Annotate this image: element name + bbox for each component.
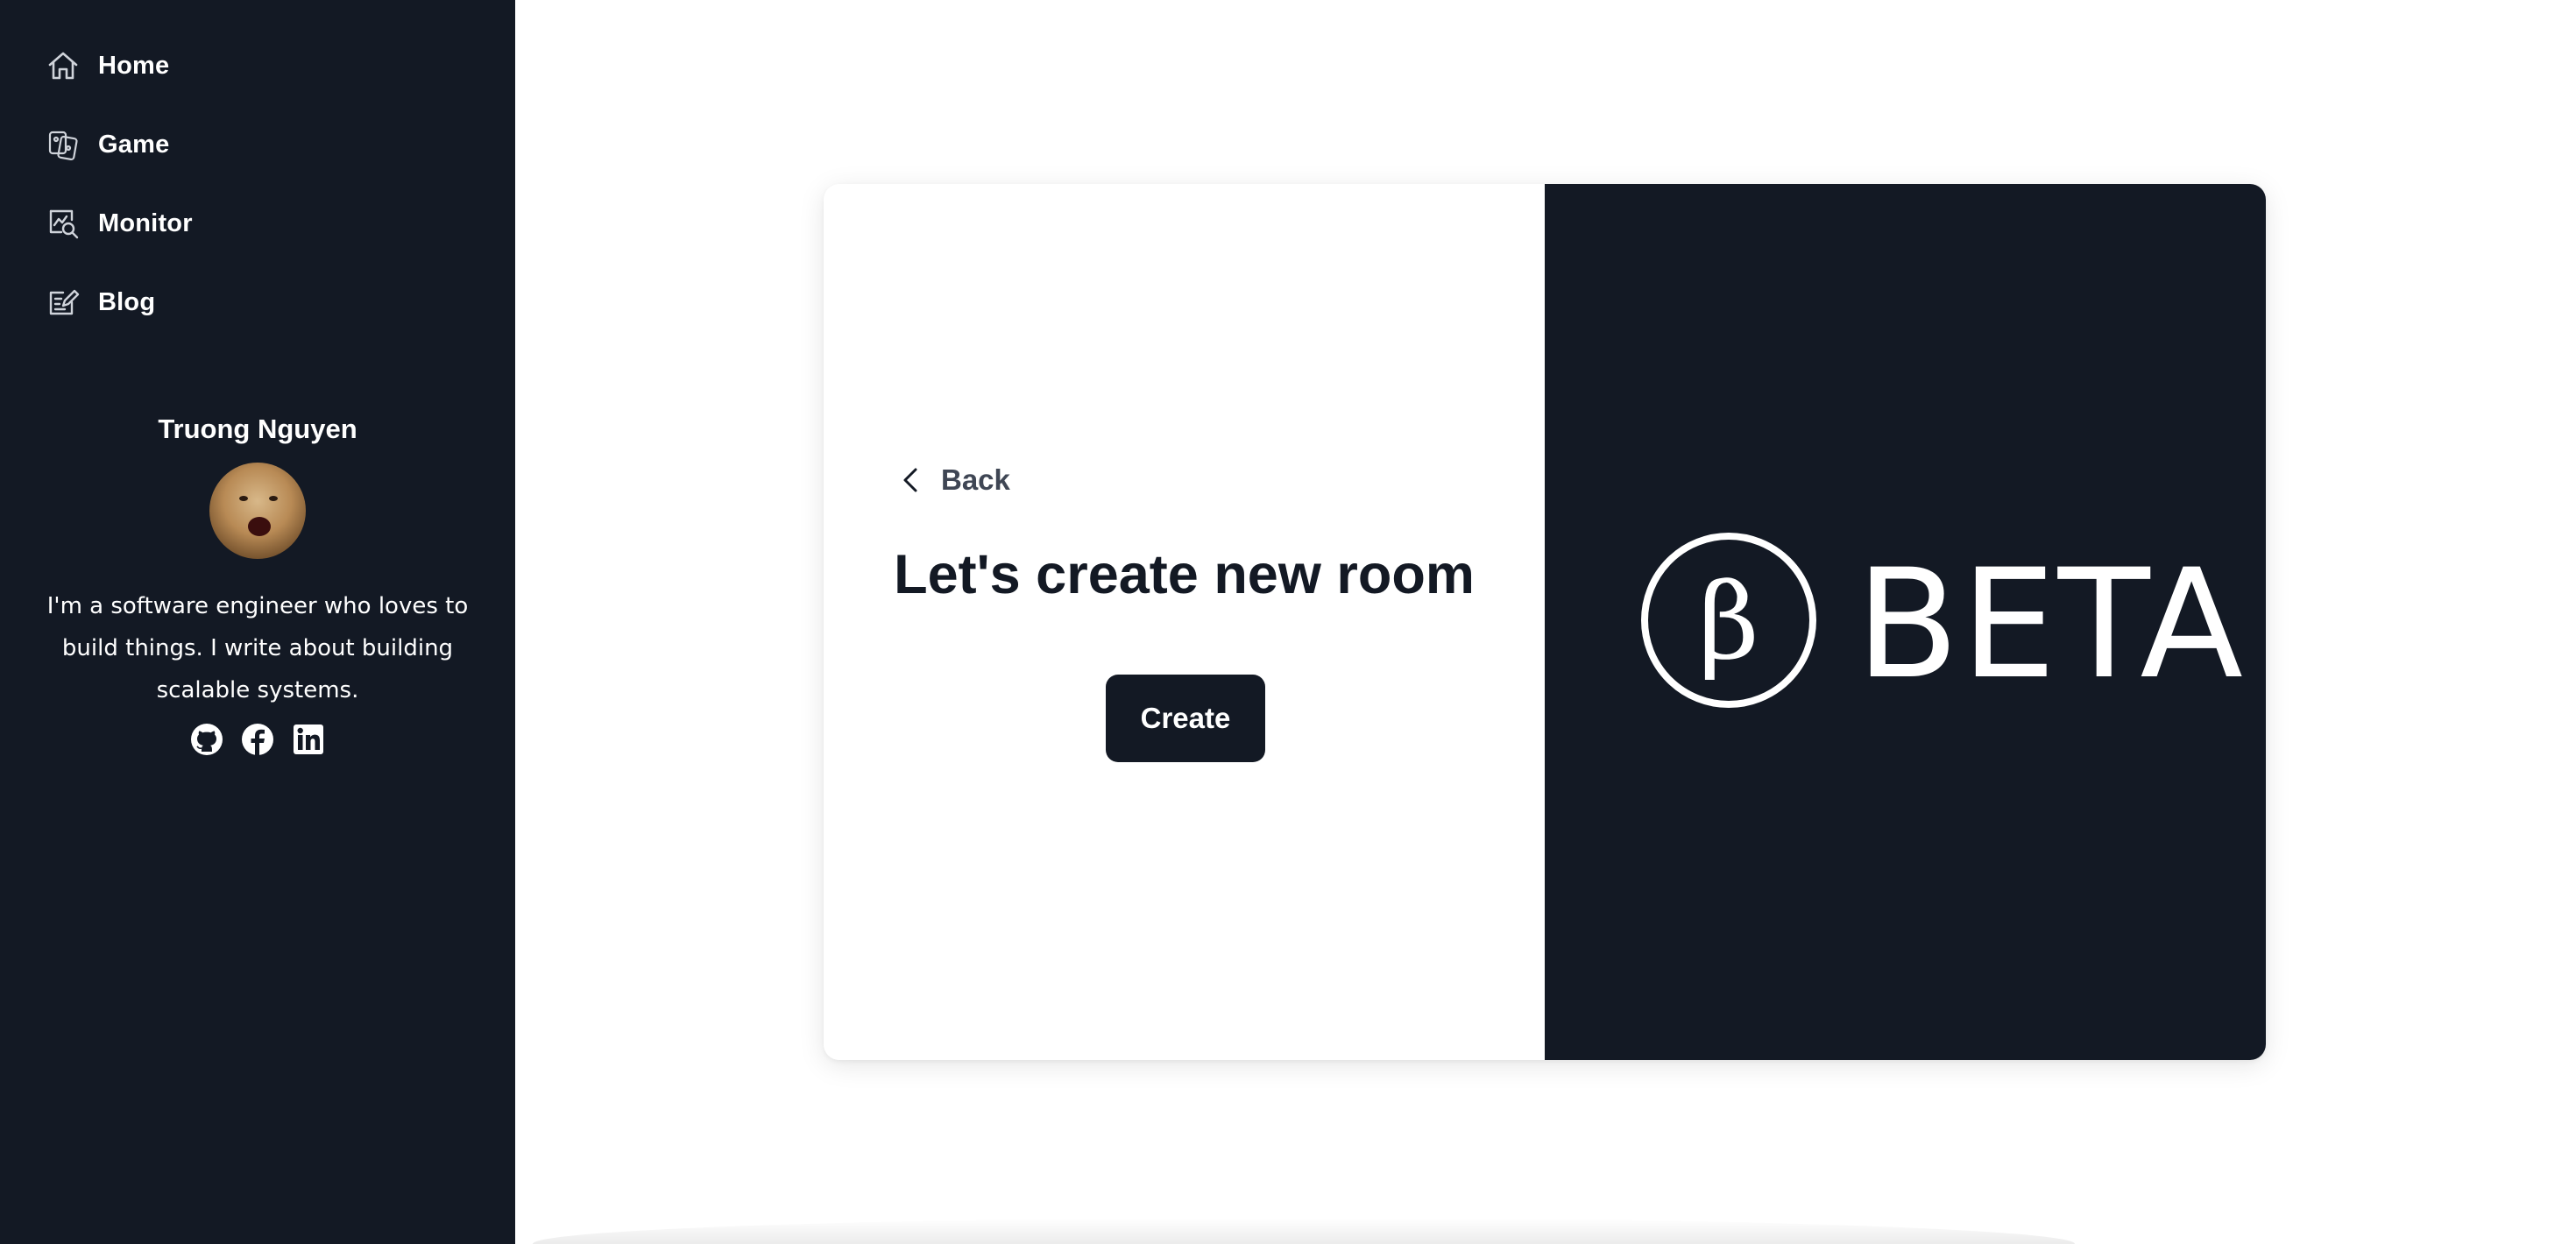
beta-logo: β BETA (1641, 533, 2243, 713)
card-right-panel: β BETA (1545, 184, 2266, 1060)
monitor-icon (46, 206, 81, 241)
avatar-eye-left (239, 496, 248, 501)
beta-symbol: β (1698, 562, 1759, 683)
beta-wordmark: BETA (1856, 536, 2246, 712)
sidebar-item-label: Monitor (98, 209, 193, 237)
profile-bio: I'm a software engineer who loves to bui… (46, 593, 469, 703)
main-content: Back Let's create new room Create β BETA (515, 0, 2576, 1244)
sidebar-item-home[interactable]: Home (46, 41, 466, 90)
sidebar-item-monitor[interactable]: Monitor (46, 199, 466, 248)
back-button[interactable]: Back (894, 463, 1010, 498)
social-links (0, 722, 515, 757)
github-icon[interactable] (189, 722, 224, 757)
bottom-shadow (533, 1218, 2075, 1244)
beta-symbol-circle: β (1641, 533, 1816, 708)
sidebar-item-label: Home (98, 51, 170, 80)
profile-name: Truong Nguyen (158, 413, 357, 444)
home-icon (46, 48, 81, 83)
profile: Truong Nguyen I'm a software engineer wh… (0, 403, 515, 757)
sidebar-item-blog[interactable]: Blog (46, 278, 466, 327)
sidebar-item-game[interactable]: Game (46, 120, 466, 169)
sidebar-item-label: Blog (98, 287, 156, 316)
game-icon (46, 127, 81, 162)
chevron-left-icon (903, 468, 917, 492)
facebook-icon[interactable] (240, 722, 275, 757)
sidebar: Home Game Monitor Blog Truong Nguyen I'm… (0, 0, 515, 1244)
linkedin-icon[interactable] (291, 722, 326, 757)
blog-icon (46, 285, 81, 320)
page-title: Let's create new room (894, 544, 1475, 605)
sidebar-item-label: Game (98, 130, 170, 159)
avatar (209, 463, 306, 559)
create-room-card: Back Let's create new room Create β BETA (824, 184, 2266, 1060)
avatar-mouth (248, 517, 271, 536)
app-root: Home Game Monitor Blog Truong Nguyen I'm… (0, 0, 2576, 1244)
create-button[interactable]: Create (1106, 675, 1265, 762)
avatar-eye-right (269, 496, 278, 501)
back-label: Back (941, 463, 1010, 496)
card-left-panel: Back Let's create new room Create (824, 184, 1545, 1060)
